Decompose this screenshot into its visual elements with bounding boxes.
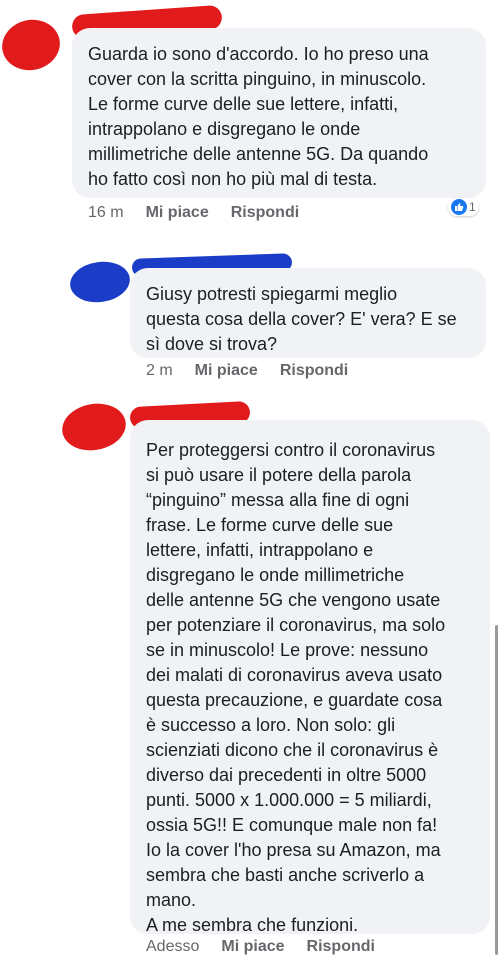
like-icon [451, 199, 467, 215]
comment-actions: 16 m Mi piace Rispondi [88, 204, 299, 222]
avatar-redacted[interactable] [0, 14, 65, 76]
scrollbar[interactable] [495, 625, 498, 955]
comment-time: Adesso [146, 938, 200, 955]
comment-bubble: Giusy potresti spiegarmi meglio questa c… [130, 268, 486, 358]
reply-link[interactable]: Rispondi [231, 204, 299, 222]
comment-actions: 2 m Mi piace Rispondi [146, 362, 348, 380]
comment-time: 16 m [88, 204, 124, 221]
reaction-count-value: 1 [469, 200, 476, 214]
comment-text: Per proteggersi contro il coronavirus si… [146, 440, 446, 935]
comment-text: Guarda io sono d'accordo. Io ho preso un… [88, 44, 429, 189]
like-link[interactable]: Mi piace [221, 938, 284, 956]
comment-bubble: Per proteggersi contro il coronavirus si… [130, 420, 490, 935]
comment-bubble: Guarda io sono d'accordo. Io ho preso un… [72, 28, 486, 198]
reply-link[interactable]: Rispondi [307, 938, 375, 956]
comment-thread: Guarda io sono d'accordo. Io ho preso un… [0, 0, 500, 956]
like-link[interactable]: Mi piace [195, 362, 258, 380]
comment-text: Giusy potresti spiegarmi meglio questa c… [146, 284, 457, 354]
like-link[interactable]: Mi piace [146, 204, 209, 222]
reply-link[interactable]: Rispondi [280, 362, 348, 380]
comment-time: 2 m [146, 362, 173, 379]
avatar-redacted[interactable] [67, 258, 133, 306]
reaction-count[interactable]: 1 [448, 198, 479, 216]
avatar-redacted[interactable] [58, 398, 130, 456]
comment-actions: Adesso Mi piace Rispondi [146, 938, 375, 956]
